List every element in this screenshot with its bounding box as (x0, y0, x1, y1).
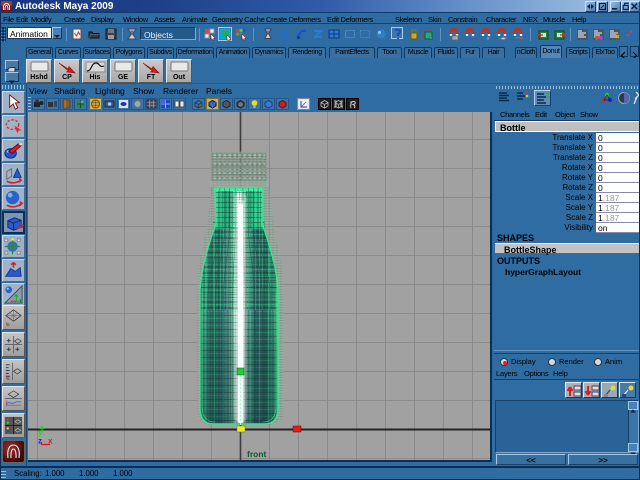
svg-text:front: front (247, 449, 267, 459)
